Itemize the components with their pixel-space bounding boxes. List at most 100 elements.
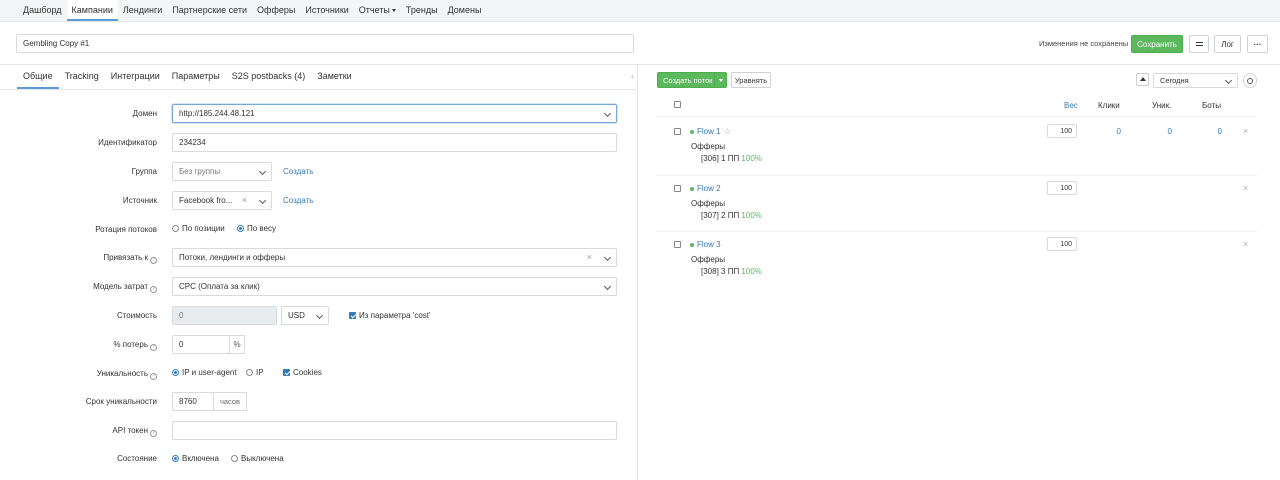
api-token-text: API токен (112, 426, 148, 435)
help-icon[interactable]: ? (150, 257, 157, 264)
currency-value: USD (288, 311, 305, 320)
chevron-down-icon (258, 167, 267, 176)
chevron-down-icon (258, 196, 267, 205)
nav-reports-label: Отчеты (358, 5, 390, 15)
settings-tabs: Общие Tracking Интеграции Параметры S2S … (17, 65, 358, 89)
remove-flow-icon[interactable]: × (1243, 239, 1248, 249)
period-value: Сегодня (1160, 76, 1189, 85)
state-label: Состояние (117, 454, 157, 463)
col-unique-header[interactable]: Уник. (1152, 101, 1171, 110)
tab-s2s-postbacks[interactable]: S2S postbacks (4) (226, 65, 312, 89)
status-dot-icon (690, 186, 694, 191)
tab-integrations[interactable]: Интеграции (105, 65, 166, 89)
bind-to-select[interactable]: Потоки, лендинги и офферы × (172, 248, 617, 267)
clear-icon[interactable]: × (587, 252, 592, 262)
flow-weight-input[interactable]: 100 (1047, 237, 1077, 251)
create-source-link[interactable]: Создать (283, 196, 313, 205)
flow-weight-input[interactable]: 100 (1047, 124, 1077, 138)
unique-ip-label: IP (256, 368, 264, 377)
loss-input[interactable]: 0 (172, 335, 230, 354)
nav-domains[interactable]: Домены (443, 0, 487, 21)
log-button[interactable]: Лог (1214, 35, 1241, 53)
remove-flow-icon[interactable]: × (1243, 126, 1248, 136)
offer-percent: 100% (741, 267, 762, 276)
star-icon[interactable]: ☆ (724, 127, 731, 136)
help-icon[interactable]: ? (150, 430, 157, 437)
select-all-checkbox[interactable] (674, 101, 681, 108)
create-flow-button[interactable]: Создать поток (657, 72, 727, 88)
nav-affiliate-networks[interactable]: Партнерские сети (167, 0, 252, 21)
api-token-input[interactable] (172, 421, 617, 440)
cost-input: 0 (172, 306, 277, 325)
unique-ip-radio[interactable]: IP (246, 368, 264, 377)
flow-checkbox[interactable] (674, 128, 681, 135)
compact-view-button[interactable] (1189, 35, 1209, 53)
cost-model-value: CPC (Оплата за клик) (179, 282, 260, 291)
domain-select[interactable]: http://185.244.48.121 (172, 104, 617, 123)
nav-sources[interactable]: Источники (300, 0, 353, 21)
flow-name-link[interactable]: Flow 2 (690, 184, 721, 193)
state-on-radio[interactable]: Включена (172, 454, 219, 463)
uniqueness-term-input[interactable]: 8760 (172, 392, 214, 411)
nav-reports[interactable]: Отчеты (354, 0, 401, 21)
cost-model-text: Модель затрат (93, 282, 148, 291)
row-divider (657, 116, 1257, 117)
save-button[interactable]: Сохранить (1131, 35, 1183, 53)
flow-bots[interactable]: 0 (1202, 127, 1222, 136)
rotation-label: Ротация потоков (95, 225, 157, 234)
period-select[interactable]: Сегодня (1153, 73, 1238, 88)
unique-cookies-checkbox[interactable]: Cookies (283, 368, 322, 377)
flow-offer: [308] 3 ПП 100% (701, 267, 762, 276)
nav-landings[interactable]: Лендинги (118, 0, 167, 21)
source-select[interactable]: Facebook fro... × (172, 191, 272, 210)
nav-offers[interactable]: Офферы (252, 0, 300, 21)
col-bots-header[interactable]: Боты (1202, 101, 1221, 110)
flow-clicks[interactable]: 0 (1101, 127, 1121, 136)
tab-general[interactable]: Общие (17, 65, 59, 89)
unique-ip-ua-radio[interactable]: IP и user-agent (172, 368, 237, 377)
col-clicks-header[interactable]: Клики (1098, 101, 1120, 110)
remove-flow-icon[interactable]: × (1243, 183, 1248, 193)
offer-name: [306] 1 ПП (701, 154, 740, 163)
state-off-radio[interactable]: Выключена (231, 454, 284, 463)
clear-icon[interactable]: × (242, 195, 247, 205)
sort-up-button[interactable] (1136, 73, 1149, 86)
nav-campaigns[interactable]: Кампании (66, 0, 118, 21)
more-button[interactable]: ··· (1247, 35, 1268, 53)
help-icon[interactable]: ? (150, 344, 157, 351)
nav-dashboard[interactable]: Дашборд (18, 0, 67, 21)
flow-name-link[interactable]: Flow 1 (690, 127, 721, 136)
help-icon[interactable]: ? (150, 286, 157, 293)
equalize-button[interactable]: Уравнять (731, 72, 771, 88)
currency-select[interactable]: USD (281, 306, 329, 325)
radio-selected-icon (172, 369, 179, 376)
rotation-position-radio[interactable]: По позиции (172, 224, 225, 233)
group-select[interactable]: Без группы (172, 162, 272, 181)
unique-ip-ua-label: IP и user-agent (182, 368, 237, 377)
flow-name-link[interactable]: Flow 3 (690, 240, 721, 249)
identifier-input[interactable]: 234234 (172, 133, 617, 152)
campaign-name-input[interactable] (16, 34, 634, 53)
refresh-button[interactable] (1243, 73, 1257, 88)
group-value: Без группы (179, 167, 221, 176)
flow-checkbox[interactable] (674, 241, 681, 248)
status-dot-icon (690, 242, 694, 247)
col-weight-header[interactable]: Вес (1064, 101, 1078, 110)
cost-model-select[interactable]: CPC (Оплата за клик) (172, 277, 617, 296)
collapse-left-icon[interactable]: ‹ (631, 72, 634, 81)
checkbox-checked-icon (349, 312, 356, 319)
cost-from-param-checkbox[interactable]: Из параметра 'cost' (349, 311, 431, 320)
flow-unique[interactable]: 0 (1152, 127, 1172, 136)
tab-parameters[interactable]: Параметры (166, 65, 226, 89)
flow-weight-input[interactable]: 100 (1047, 181, 1077, 195)
tab-tracking[interactable]: Tracking (59, 65, 105, 89)
create-group-link[interactable]: Создать (283, 167, 313, 176)
help-icon[interactable]: ? (150, 373, 157, 380)
flow-checkbox[interactable] (674, 185, 681, 192)
flow-offer: [307] 2 ПП 100% (701, 211, 762, 220)
tab-notes[interactable]: Заметки (311, 65, 357, 89)
create-flow-dropdown[interactable] (714, 73, 726, 87)
rotation-weight-radio[interactable]: По весу (237, 224, 276, 233)
flow-offer: [306] 1 ПП 100% (701, 154, 762, 163)
nav-trends[interactable]: Тренды (401, 0, 443, 21)
